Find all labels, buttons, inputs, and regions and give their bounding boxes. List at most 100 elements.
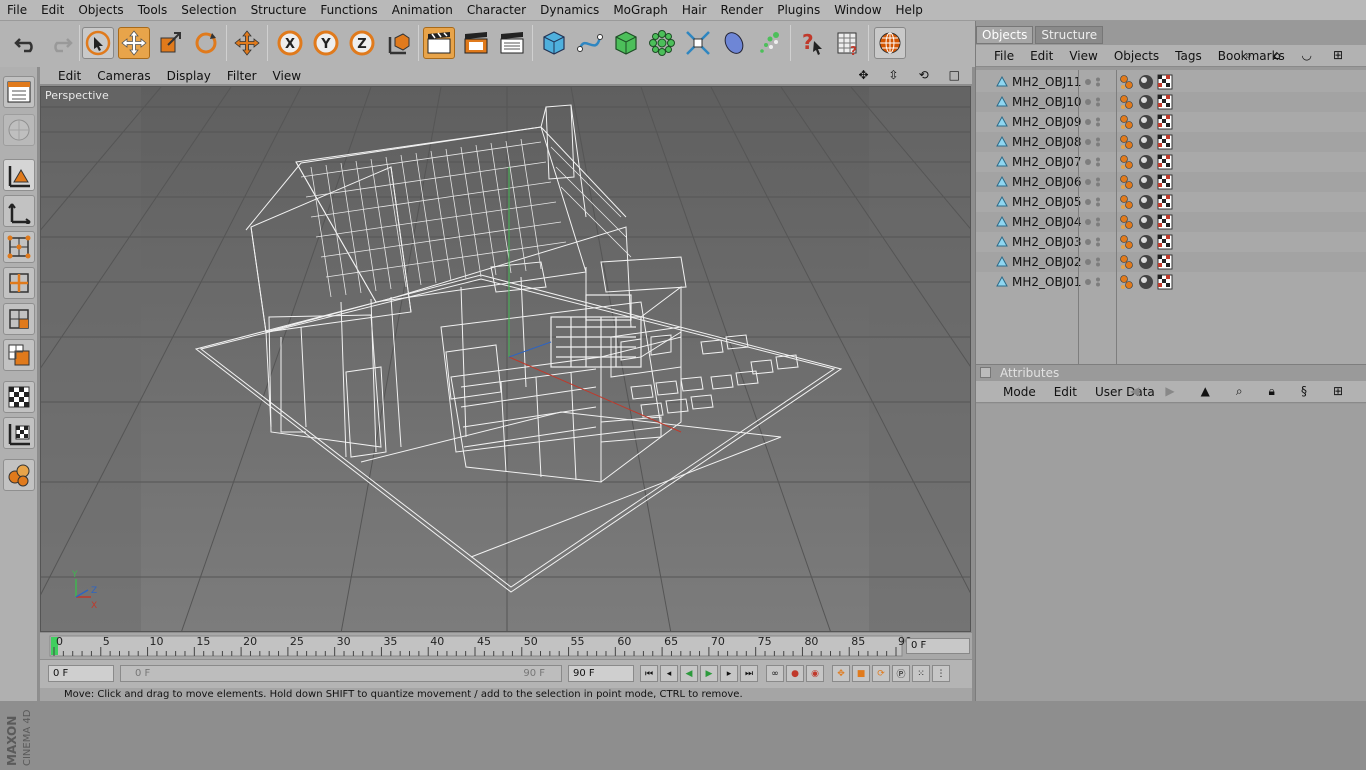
visibility-dots-icon[interactable]: [1084, 117, 1102, 127]
visibility-dots-icon[interactable]: [1084, 77, 1102, 87]
visibility-dots-icon[interactable]: [1084, 277, 1102, 287]
timeline-help-icon[interactable]: ?: [832, 27, 864, 59]
menu-help[interactable]: Help: [889, 3, 930, 17]
object-tags[interactable]: [1119, 193, 1179, 211]
menu-mograph[interactable]: MoGraph: [606, 3, 675, 17]
object-name[interactable]: MH2_OBJ06: [1012, 175, 1082, 189]
redo-icon[interactable]: [45, 27, 77, 59]
undo-icon[interactable]: [10, 27, 42, 59]
object-tags[interactable]: [1119, 133, 1179, 151]
x-axis-lock-icon[interactable]: X: [274, 27, 306, 59]
object-row[interactable]: MH2_OBJ10: [976, 92, 1366, 112]
menu-edit[interactable]: Edit: [34, 3, 71, 17]
object-tags[interactable]: [1119, 273, 1179, 291]
menu-functions[interactable]: Functions: [313, 3, 384, 17]
tab-structure[interactable]: Structure: [1035, 26, 1104, 44]
home-icon[interactable]: ⌂: [1265, 48, 1289, 63]
object-row[interactable]: MH2_OBJ04: [976, 212, 1366, 232]
web-browser-icon[interactable]: [874, 27, 906, 59]
y-axis-lock-icon[interactable]: Y: [310, 27, 342, 59]
points-mode-icon[interactable]: [3, 231, 35, 263]
play-forwards-icon[interactable]: ▶: [700, 665, 718, 682]
eye-icon[interactable]: ◡: [1293, 48, 1319, 63]
menu-hair[interactable]: Hair: [675, 3, 714, 17]
start-frame-field[interactable]: 0 F: [48, 665, 114, 682]
new-window-icon[interactable]: ⊞: [1324, 384, 1352, 399]
forward-arrow-icon[interactable]: ▶: [1156, 384, 1183, 399]
tab-objects[interactable]: Objects: [976, 26, 1034, 44]
attr-menu-mode[interactable]: Mode: [994, 385, 1045, 399]
object-name[interactable]: MH2_OBJ10: [1012, 95, 1082, 109]
object-row[interactable]: MH2_OBJ08: [976, 132, 1366, 152]
autokey-icon[interactable]: ◉: [806, 665, 824, 682]
viewport-menu-edit[interactable]: Edit: [40, 69, 89, 83]
om-menu-file[interactable]: File: [986, 49, 1022, 63]
object-tags[interactable]: [1119, 73, 1179, 91]
viewport-rotate-icon[interactable]: ⟲: [911, 68, 937, 82]
object-tags[interactable]: [1119, 253, 1179, 271]
new-window-icon[interactable]: ⊞: [1325, 48, 1351, 63]
viewport-zoom-icon[interactable]: ⇳: [881, 68, 907, 82]
object-row[interactable]: MH2_OBJ07: [976, 152, 1366, 172]
key-parameter-icon[interactable]: Ⓟ: [892, 665, 910, 682]
end-frame-field[interactable]: 90 F: [568, 665, 634, 682]
scene-light-icon[interactable]: [754, 27, 786, 59]
viewport-maximize-icon[interactable]: □: [941, 68, 968, 82]
current-frame-field[interactable]: 0 F: [906, 638, 970, 654]
om-menu-edit[interactable]: Edit: [1022, 49, 1061, 63]
live-selection-icon[interactable]: [82, 27, 114, 59]
viewport-menu-cameras[interactable]: Cameras: [89, 69, 158, 83]
help-pointer-icon[interactable]: ?: [796, 27, 828, 59]
search-icon[interactable]: ⌕: [1227, 384, 1252, 399]
object-tags[interactable]: [1119, 153, 1179, 171]
object-name[interactable]: MH2_OBJ03: [1012, 235, 1082, 249]
deformer-icon[interactable]: [682, 27, 714, 59]
array-icon[interactable]: [646, 27, 678, 59]
attributes-toggle-icon[interactable]: [980, 367, 991, 378]
menu-animation[interactable]: Animation: [385, 3, 460, 17]
object-name[interactable]: MH2_OBJ02: [1012, 255, 1082, 269]
visibility-dots-icon[interactable]: [1084, 257, 1102, 267]
object-row[interactable]: MH2_OBJ05: [976, 192, 1366, 212]
object-name[interactable]: MH2_OBJ04: [1012, 215, 1082, 229]
key-pla-icon[interactable]: ⁙: [912, 665, 930, 682]
object-row[interactable]: MH2_OBJ09: [976, 112, 1366, 132]
menu-plugins[interactable]: Plugins: [770, 3, 827, 17]
key-rotation-icon[interactable]: ⟳: [872, 665, 890, 682]
visibility-dots-icon[interactable]: [1084, 197, 1102, 207]
menu-tools[interactable]: Tools: [131, 3, 175, 17]
menu-window[interactable]: Window: [827, 3, 888, 17]
link-icon[interactable]: §: [1292, 384, 1316, 399]
viewport-menu-filter[interactable]: Filter: [219, 69, 265, 83]
uv-mode-icon[interactable]: [3, 339, 35, 371]
spline-pen-icon[interactable]: [574, 27, 606, 59]
object-tags[interactable]: [1119, 233, 1179, 251]
rotate-icon[interactable]: [190, 27, 222, 59]
goto-start-icon[interactable]: ⏮: [640, 665, 658, 682]
sculpt-icon[interactable]: [3, 459, 35, 491]
texture-mode-icon[interactable]: [3, 114, 35, 146]
key-position-icon[interactable]: ✥: [832, 665, 850, 682]
object-row[interactable]: MH2_OBJ02: [976, 252, 1366, 272]
visibility-dots-icon[interactable]: [1084, 137, 1102, 147]
back-arrow-icon[interactable]: ◀: [1121, 384, 1148, 399]
key-scale-icon[interactable]: ■: [852, 665, 870, 682]
object-name[interactable]: MH2_OBJ11: [1012, 75, 1082, 89]
visibility-dots-icon[interactable]: [1084, 217, 1102, 227]
move-icon[interactable]: [118, 27, 150, 59]
viewport-menu-view[interactable]: View: [265, 69, 309, 83]
om-menu-view[interactable]: View: [1061, 49, 1105, 63]
texture-tool-icon[interactable]: [3, 381, 35, 413]
om-menu-tags[interactable]: Tags: [1167, 49, 1210, 63]
attr-menu-edit[interactable]: Edit: [1045, 385, 1086, 399]
previous-key-icon[interactable]: ◂: [660, 665, 678, 682]
object-row[interactable]: MH2_OBJ06: [976, 172, 1366, 192]
menu-dynamics[interactable]: Dynamics: [533, 3, 606, 17]
preview-range-slider[interactable]: 0 F 90 F: [120, 665, 562, 682]
timeline-ruler[interactable]: 0 5 10 15 20 25 30 35 40 45 50 55 60 65 70 75 80 85 90 0 F: [40, 633, 972, 659]
menu-structure[interactable]: Structure: [244, 3, 314, 17]
scale-icon[interactable]: [154, 27, 186, 59]
texture-axis-icon[interactable]: [3, 417, 35, 449]
up-arrow-icon[interactable]: ▲: [1192, 384, 1219, 399]
viewport-pan-icon[interactable]: ✥: [850, 68, 876, 82]
